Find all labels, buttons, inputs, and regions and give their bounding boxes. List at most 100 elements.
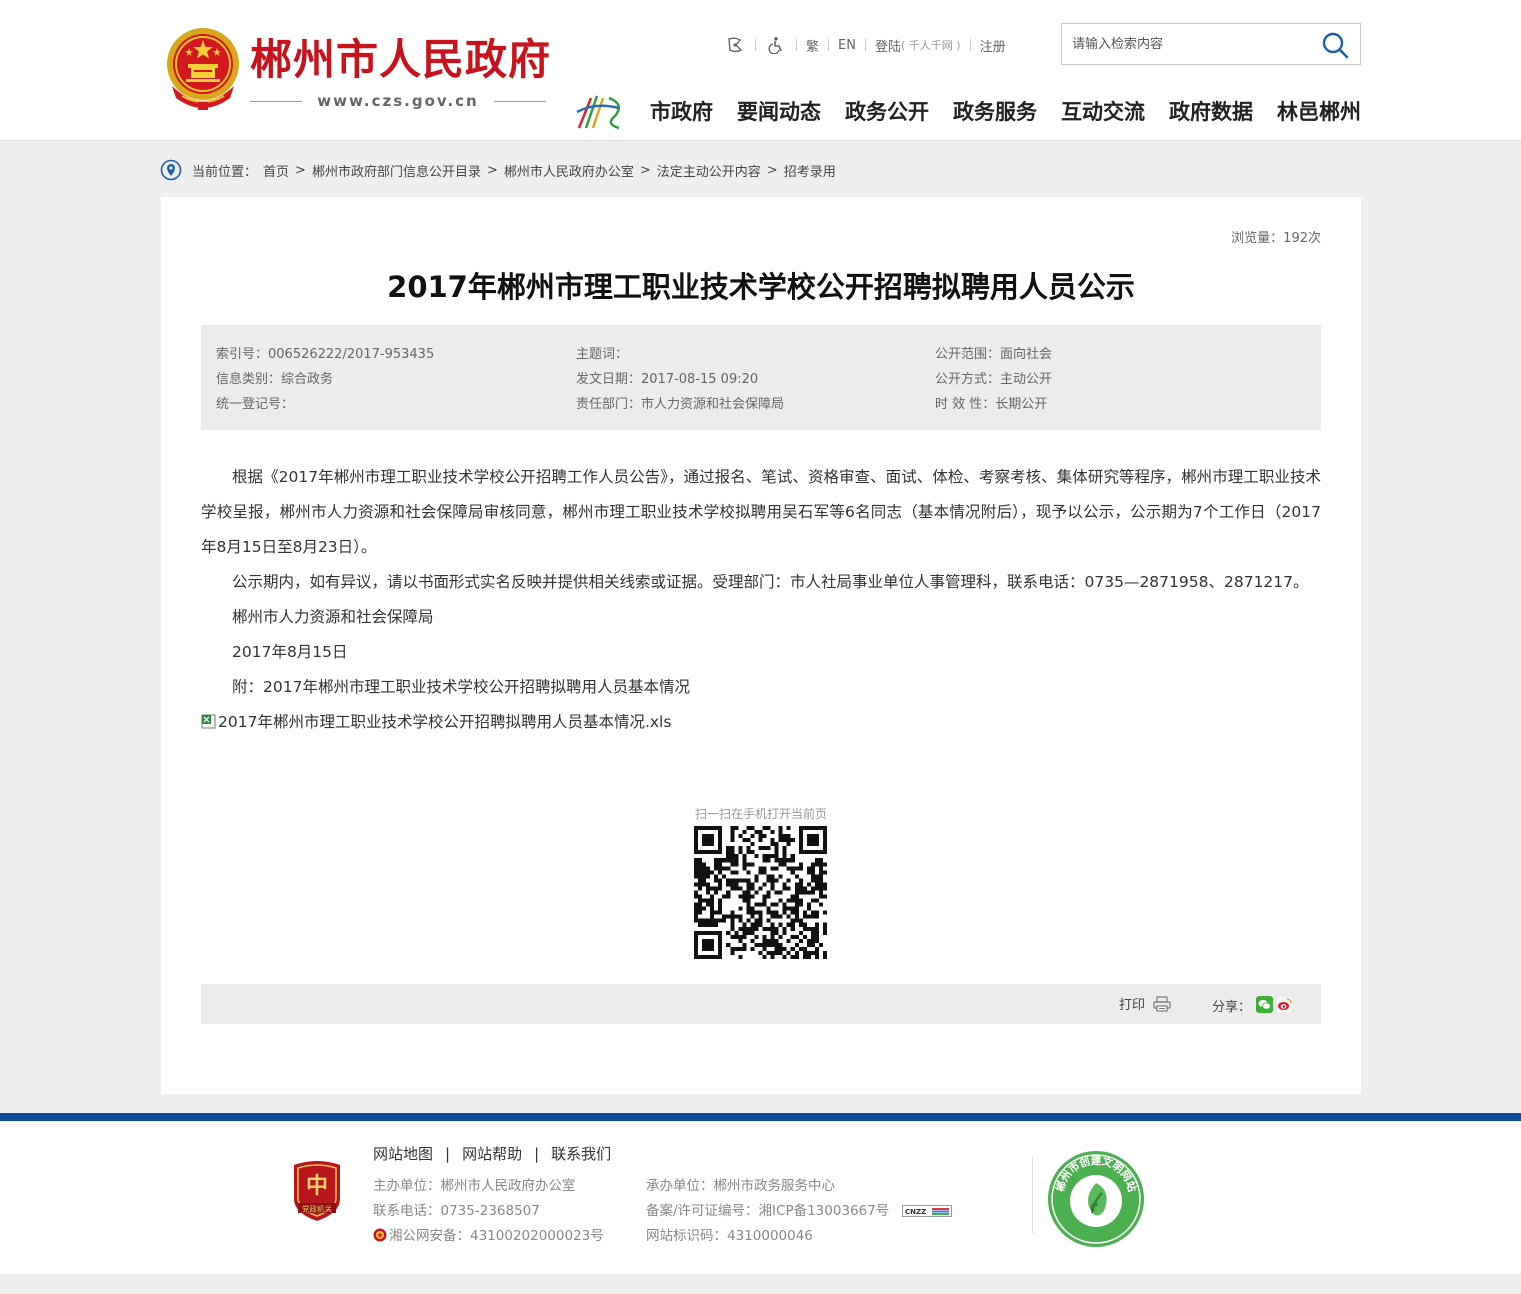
header-toolbar: 繁 EN 登陆 ( 千人千网 ) 注册 [724,34,1006,56]
footer-info-right: 承办单位：郴州市政务服务中心 备案/许可证编号：湘ICP备13003667号 C… [646,1174,952,1249]
qr-code-icon [694,826,827,959]
footer-operator: 承办单位：郴州市政务服务中心 [646,1178,835,1194]
party-government-badge-icon[interactable]: 中 党政机关 [290,1159,344,1223]
weibo-icon[interactable] [1276,996,1293,1013]
meta-index-no: 索引号：006526222/2017-953435 [216,347,435,362]
meta-scope: 公开范围：面向社会 [935,347,1053,362]
nav-item-interaction[interactable]: 互动交流 [1061,96,1145,128]
share-label: 分享： [1211,1000,1251,1015]
login-note: ( 千人千网 ) [900,39,961,52]
footer-police[interactable]: 湘公网安备：43100202000023号 [389,1228,604,1244]
meta-subject: 主题词： [576,347,629,362]
search-button[interactable] [1320,30,1350,60]
article-panel: 浏览量：192次 2017年郴州市理工职业技术学校公开招聘拟聘用人员公示 索引号… [161,197,1361,1094]
svg-text:e: e [1090,1195,1098,1215]
nav-item-open-government[interactable]: 政务公开 [845,96,929,128]
article-paragraph: 公示期内，如有异议，请以书面形式实名反映并提供相关线索或证据。受理部门：市人社局… [232,573,1309,591]
toolbar-separator [969,39,971,51]
site-footer: 中 党政机关 网站地图 | 网站帮助 | 联系我们 主办单位：郴州市人民政府办公… [0,1121,1521,1274]
wechat-icon[interactable] [1256,996,1273,1013]
attachment-link[interactable]: 2017年郴州市理工职业技术学校公开招聘拟聘用人员基本情况.xls [218,713,671,731]
breadcrumb-statutory[interactable]: 法定主动公开内容 [657,161,761,180]
print-button[interactable]: 打印 [1119,994,1171,1013]
footer-phone: 联系电话：0735-2368507 [373,1203,540,1219]
article-title: 2017年郴州市理工职业技术学校公开招聘拟聘用人员公示 [387,270,1135,304]
footer-link-contact[interactable]: 联系我们 [551,1143,611,1164]
national-emblem-icon [167,28,239,110]
breadcrumb-recruitment[interactable]: 招考录用 [784,161,836,180]
breadcrumb: 当前位置： 首页 > 郴州市政府部门信息公开目录 > 郴州市人民政府办公室 > … [160,158,836,182]
bottom-strip [0,1274,1521,1294]
footer-links: 网站地图 | 网站帮助 | 联系我们 [373,1143,611,1164]
nav-item-services[interactable]: 政务服务 [953,96,1037,128]
printer-icon [1153,995,1171,1012]
register-link[interactable]: 注册 [980,36,1006,55]
search-icon [1322,32,1349,59]
excel-file-icon [201,714,216,729]
nav-item-news[interactable]: 要闻动态 [737,96,821,128]
view-count: 浏览量：192次 [1231,231,1321,246]
article-signature: 郴州市人力资源和社会保障局 [232,608,434,626]
english-link[interactable]: EN [838,38,856,53]
nav-item-linyi-chenzhou[interactable]: 林邑郴州 [1277,96,1361,128]
traditional-chinese-link[interactable]: 繁 [806,36,819,55]
breadcrumb-separator: > [766,162,778,178]
nav-item-data[interactable]: 政府数据 [1169,96,1253,128]
meta-column-1: 索引号：006526222/2017-953435 信息类别：综合政务 统一登记… [216,342,434,417]
meta-column-2: 主题词： 发文日期：2017-08-15 09:20 责任部门：市人力资源和社会… [576,342,784,417]
party-badge-text: 党政机关 [302,1204,332,1214]
footer-info-left: 主办单位：郴州市人民政府办公室 联系电话：0735-2368507 湘公网安备：… [373,1174,604,1249]
meta-category: 信息类别：综合政务 [216,372,334,387]
site-domain-wrap: www.czs.gov.cn [250,90,546,112]
share-bar: 打印 分享： [201,984,1321,1024]
toolbar-separator [796,39,797,51]
cnzz-text: CNZZ [905,1208,926,1216]
search-input[interactable] [1062,24,1312,64]
nav-item-government[interactable]: 市政府 [650,96,713,128]
footer-link-separator: | [445,1144,451,1163]
meta-dept: 责任部门：市人力资源和社会保障局 [576,397,785,412]
civilized-website-badge-icon[interactable]: e 郴州市创建文明网站 [1046,1149,1146,1249]
article-paragraph: 根据《2017年郴州市理工职业技术学校公开招聘工作人员公告》，通过报名、笔试、资… [201,468,1321,556]
domain-line-right [494,101,546,102]
footer-link-help[interactable]: 网站帮助 [462,1143,522,1164]
qr-label: 扫一扫在手机打开当前页 [694,807,827,821]
footer-police-row: 湘公网安备：43100202000023号 [373,1224,604,1249]
breadcrumb-separator: > [639,162,651,178]
article-date: 2017年8月15日 [232,643,348,661]
toolbar-separator [828,39,830,51]
breadcrumb-catalog[interactable]: 郴州市政府部门信息公开目录 [312,161,481,180]
toolbar-separator [755,39,756,51]
print-label: 打印 [1118,998,1145,1013]
footer-divider [1032,1157,1033,1233]
police-badge-icon [373,1228,387,1242]
login-link[interactable]: 登陆 [875,36,901,55]
article-meta: 索引号：006526222/2017-953435 信息类别：综合政务 统一登记… [201,325,1321,430]
brush-decoration-icon [576,95,621,130]
meta-reg-no: 统一登记号： [216,397,295,412]
svg-text:中: 中 [306,1173,328,1198]
meta-validity: 时 效 性：长期公开 [935,397,1048,412]
meta-column-3: 公开范围：面向社会 公开方式：主动公开 时 效 性：长期公开 [935,342,1052,417]
breadcrumb-separator: > [295,162,306,178]
footer-icp[interactable]: 备案/许可证编号：湘ICP备13003667号 [646,1203,889,1219]
attachment-row: 2017年郴州市理工职业技术学校公开招聘拟聘用人员基本情况.xls [201,705,1321,740]
footer-accent-bar [0,1113,1521,1121]
footer-icp-row: 备案/许可证编号：湘ICP备13003667号 CNZZ [646,1199,952,1224]
site-name[interactable]: 郴州市人民政府 [250,34,551,86]
accessibility-icon[interactable] [765,34,787,56]
breadcrumb-label: 当前位置： [192,164,258,180]
breadcrumb-office[interactable]: 郴州市人民政府办公室 [504,161,634,180]
search-box [1061,23,1361,65]
assistive-mode-icon[interactable] [724,34,746,56]
toolbar-separator [864,39,866,51]
breadcrumb-home[interactable]: 首页 [263,161,289,180]
footer-link-sitemap[interactable]: 网站地图 [373,1143,433,1164]
main-nav: 市政府 要闻动态 政务公开 政务服务 互动交流 政府数据 林邑郴州 [650,96,1361,128]
article-content: 根据《2017年郴州市理工职业技术学校公开招聘工作人员公告》，通过报名、笔试、资… [201,460,1321,740]
meta-method: 公开方式：主动公开 [935,372,1053,387]
footer-sponsor: 主办单位：郴州市人民政府办公室 [373,1178,576,1194]
footer-site-code: 网站标识码：4310000046 [646,1228,813,1244]
breadcrumb-separator: > [486,162,498,178]
cnzz-stats-icon[interactable]: CNZZ [901,1205,952,1217]
